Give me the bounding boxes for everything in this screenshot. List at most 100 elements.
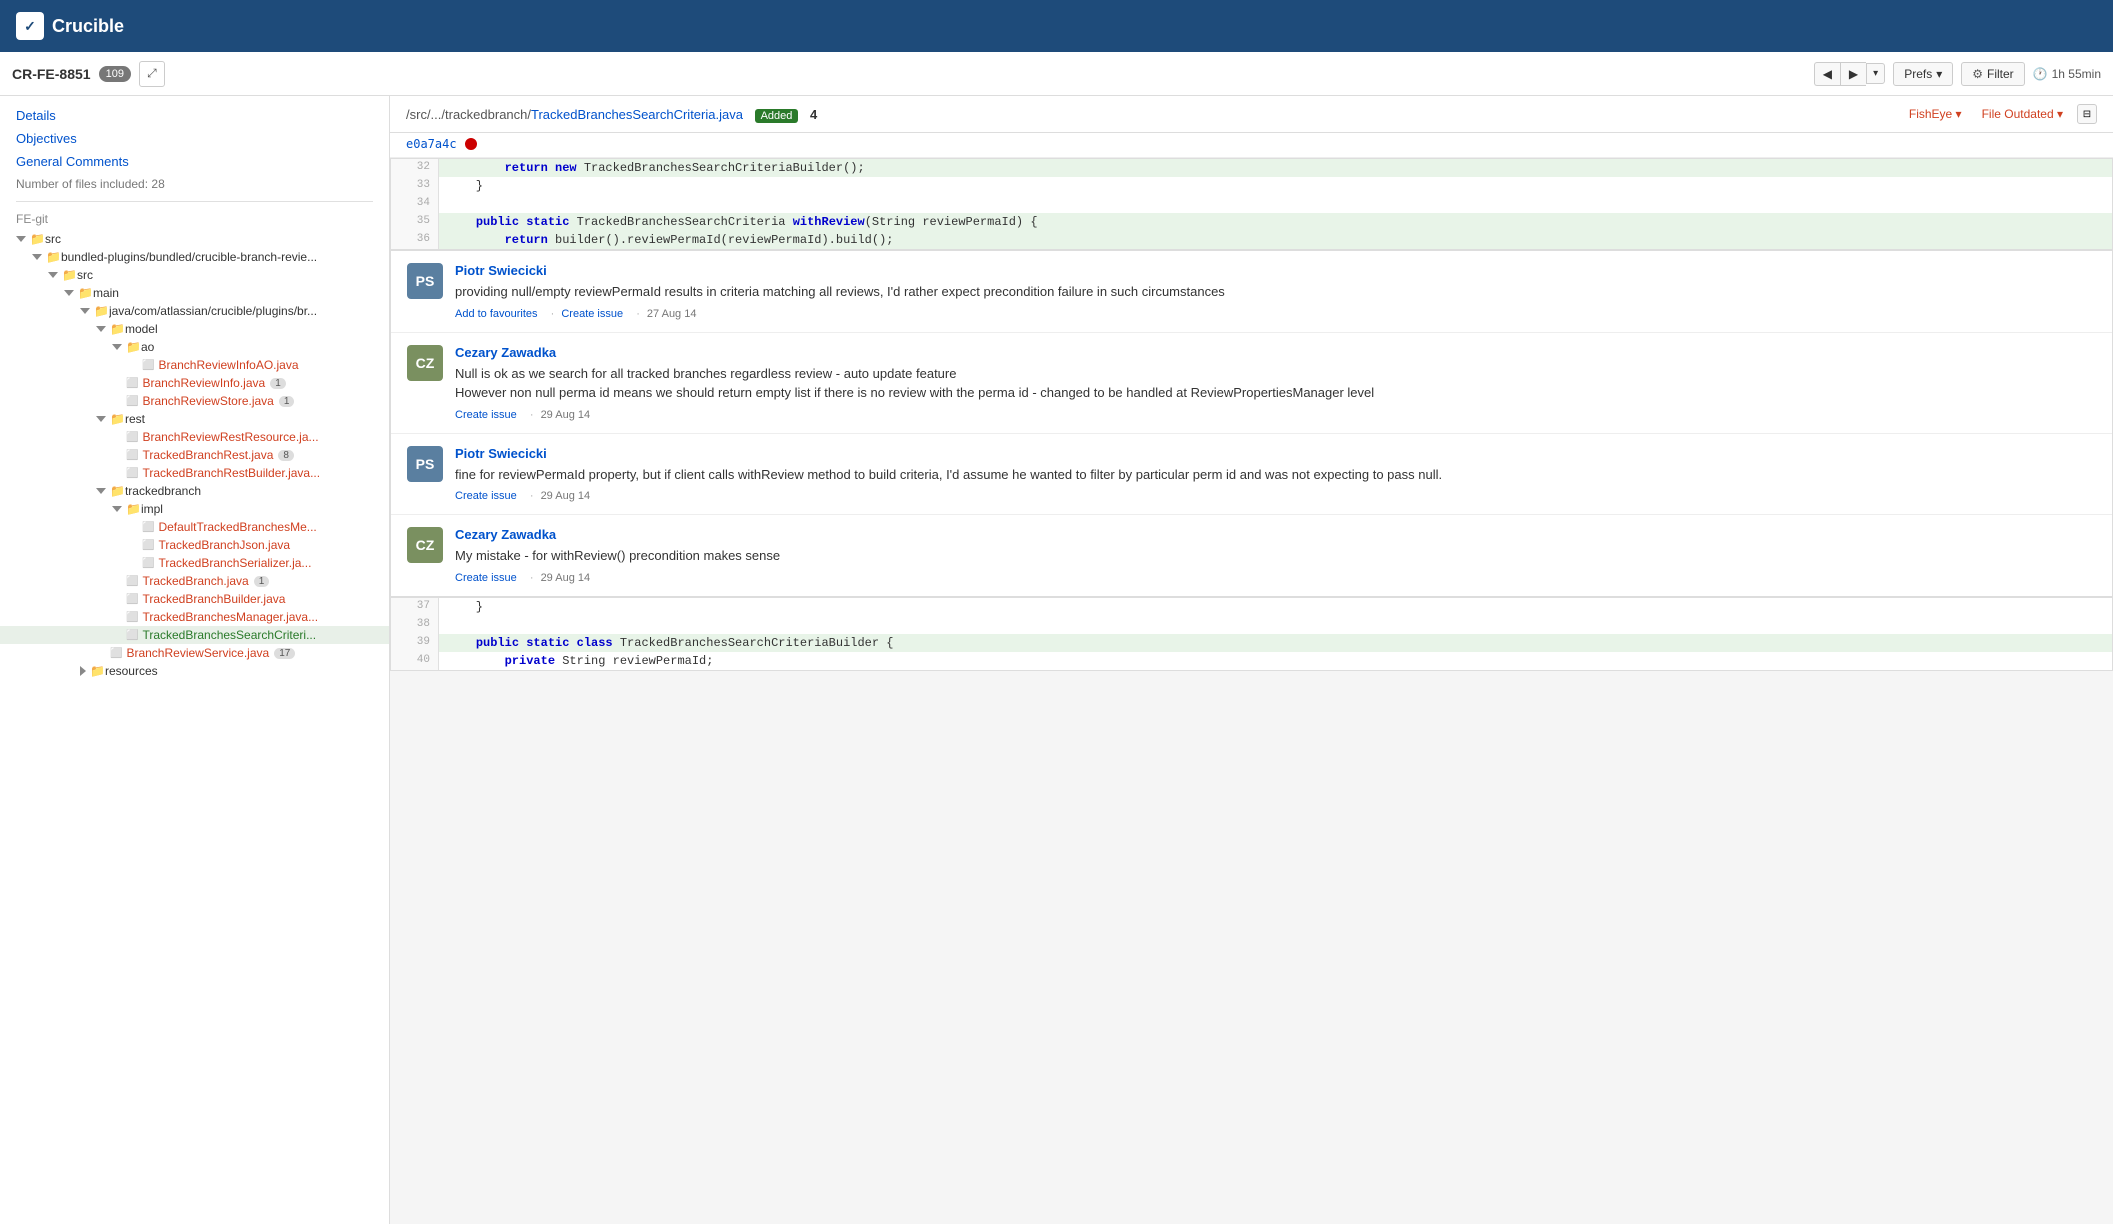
tree-item[interactable]: ⬜ TrackedBranchSerializer.ja... [0,554,389,572]
comment-text: Null is ok as we search for all tracked … [455,364,2096,403]
tree-item[interactable]: 📁 model [0,320,389,338]
line-content: return new TrackedBranchesSearchCriteria… [439,159,873,177]
line-content [439,616,462,634]
tree-item[interactable]: ⬜ TrackedBranchesManager.java... [0,608,389,626]
tree-item[interactable]: ⬜ BranchReviewService.java 17 [0,644,389,662]
tree-item[interactable]: 📁 java/com/atlassian/crucible/plugins/br… [0,302,389,320]
code-line: 33 } [391,177,2112,195]
logo-icon: ✓ [16,12,44,40]
avatar: PS [407,446,443,482]
left-panel: Details Objectives General Comments Numb… [0,96,390,1224]
tree-item[interactable]: ⬜ BranchReviewStore.java 1 [0,392,389,410]
code-line: 32 return new TrackedBranchesSearchCrite… [391,159,2112,177]
cr-id: CR-FE-8851 [12,66,91,82]
file-actions: FishEye ▾ File Outdated ▾ ⊟ [1903,104,2097,124]
comment-count: 1 [254,576,270,587]
tree-item[interactable]: ⬜ TrackedBranchBuilder.java [0,590,389,608]
tree-item[interactable]: ⬜ BranchReviewInfo.java 1 [0,374,389,392]
tree-label: main [93,286,119,300]
badge-count: 109 [99,66,131,82]
tree-label: ao [141,340,154,354]
nav-split-btn[interactable]: ◀ ▶ ▾ [1814,62,1886,86]
create-issue-link[interactable]: Create issue [455,490,517,502]
collapse-icon [112,344,122,350]
tree-item[interactable]: 📁 rest [0,410,389,428]
comment-date: 27 Aug 14 [647,308,697,320]
tree-item[interactable]: 📁 src [0,230,389,248]
file-name-link[interactable]: TrackedBranchesSearchCriteria.java [531,107,743,122]
comment-author: Cezary Zawadka [455,345,2096,360]
tree-label: TrackedBranch.java [142,574,248,588]
nav-link-details[interactable]: Details [0,104,389,127]
collapse-icon [112,506,122,512]
comment-actions: Add to favourites · Create issue · 27 Au… [455,308,2096,320]
tree-item[interactable]: 📁 impl [0,500,389,518]
nav-link-objectives[interactable]: Objectives [0,127,389,150]
tree-item[interactable]: 📁 ao [0,338,389,356]
tree-item[interactable]: ⬜ TrackedBranchRest.java 8 [0,446,389,464]
comment-count: 1 [270,378,286,389]
comment-body: Cezary Zawadka Null is ok as we search f… [455,345,2096,421]
nav-dropdown-btn[interactable]: ▾ [1866,63,1885,84]
file-tree: 📁 src 📁 bundled-plugins/bundled/crucible… [0,230,389,680]
code-line: 39 public static class TrackedBranchesSe… [391,634,2112,652]
tree-label: model [125,322,158,336]
code-line: 38 [391,616,2112,634]
line-content: private String reviewPermaId; [439,652,721,670]
file-icon: ⬜ [126,468,138,479]
tree-label: BranchReviewRestResource.ja... [142,430,318,444]
commit-bar: e0a7a4c [390,133,2113,158]
code-line: 36 return builder().reviewPermaId(review… [391,231,2112,249]
fisheye-button[interactable]: FishEye ▾ [1903,104,1968,124]
tree-label: TrackedBranchRestBuilder.java... [142,466,320,480]
path-prefix: /src/.../trackedbranch/ [406,107,531,122]
create-issue-link[interactable]: Create issue [561,308,623,320]
collapse-icon [96,416,106,422]
comment-actions: Create issue · 29 Aug 14 [455,572,2096,584]
tree-item[interactable]: 📁 src [0,266,389,284]
nav-divider [16,201,373,202]
create-issue-link[interactable]: Create issue [455,409,517,421]
tree-item[interactable]: ⬜ BranchReviewInfoAO.java [0,356,389,374]
tree-item[interactable]: ⬜ BranchReviewRestResource.ja... [0,428,389,446]
line-content: } [439,177,491,195]
expand-icon [80,666,86,676]
line-number: 40 [391,652,439,670]
nav-link-general-comments[interactable]: General Comments [0,150,389,173]
commit-hash-link[interactable]: e0a7a4c [406,137,457,151]
logo-text: Crucible [52,16,124,37]
prefs-button[interactable]: Prefs ▾ [1893,62,1953,86]
toggle-button[interactable]: ⊟ [2077,104,2097,124]
filter-button[interactable]: ⚙ Filter [1961,62,2024,86]
tree-label: src [77,268,93,282]
tree-item[interactable]: ⬜ TrackedBranch.java 1 [0,572,389,590]
tree-label: TrackedBranchJson.java [158,538,290,552]
tree-item[interactable]: 📁 bundled-plugins/bundled/crucible-branc… [0,248,389,266]
tree-item[interactable]: ⬜ DefaultTrackedBranchesMe... [0,518,389,536]
tree-label: java/com/atlassian/crucible/plugins/br..… [109,304,317,318]
line-number: 38 [391,616,439,634]
comment-item: PS Piotr Swiecicki providing null/empty … [391,251,2112,333]
tree-label: TrackedBranchBuilder.java [142,592,285,606]
prev-btn[interactable]: ◀ [1814,62,1840,86]
folder-icon: 📁 [90,664,105,678]
tree-item-selected[interactable]: ⬜ TrackedBranchesSearchCriteri... [0,626,389,644]
tree-item[interactable]: ⬜ TrackedBranchJson.java [0,536,389,554]
line-number: 34 [391,195,439,213]
tree-item[interactable]: ⬜ TrackedBranchRestBuilder.java... [0,464,389,482]
code-line: 40 private String reviewPermaId; [391,652,2112,670]
code-line: 35 public static TrackedBranchesSearchCr… [391,213,2112,231]
create-issue-link[interactable]: Create issue [455,572,517,584]
sub-header-right: ◀ ▶ ▾ Prefs ▾ ⚙ Filter 🕐 1h 55min [1814,62,2101,86]
outdated-button[interactable]: File Outdated ▾ [1976,104,2069,124]
expand-button[interactable]: ⤢ [139,61,165,87]
file-path-container: /src/.../trackedbranch/TrackedBranchesSe… [406,107,817,122]
tree-item[interactable]: 📁 main [0,284,389,302]
tree-item[interactable]: 📁 resources [0,662,389,680]
tree-label: bundled-plugins/bundled/crucible-branch-… [61,250,317,264]
add-to-favourites-link[interactable]: Add to favourites [455,308,538,320]
next-btn[interactable]: ▶ [1840,62,1866,86]
tree-item[interactable]: 📁 trackedbranch [0,482,389,500]
code-block-top: 32 return new TrackedBranchesSearchCrite… [390,158,2113,250]
file-icon: ⬜ [126,378,138,389]
